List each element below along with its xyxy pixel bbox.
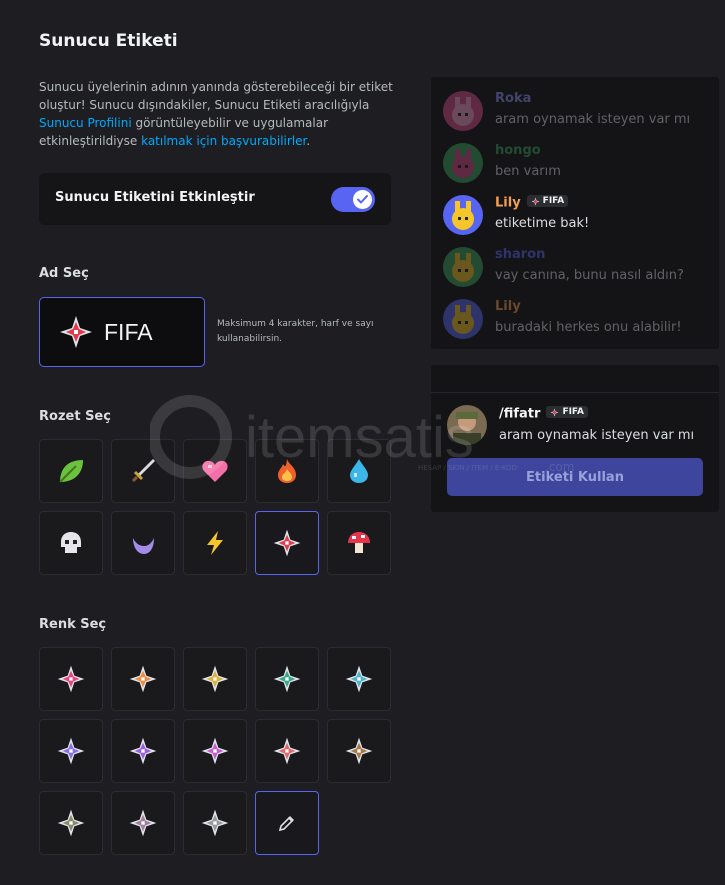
- eyedropper-icon: [278, 816, 294, 832]
- chat-username: Lily FIFA: [495, 195, 569, 211]
- diamond-star-icon: [201, 737, 229, 765]
- chat-preview: Roka aram oynamak isteyen var mı hongo ben …: [431, 77, 719, 349]
- badge-option-leaf[interactable]: [39, 439, 103, 503]
- color-option[interactable]: [255, 647, 319, 711]
- fire-icon: [278, 459, 296, 483]
- skull-icon: [61, 532, 81, 553]
- check-icon: [353, 190, 372, 209]
- server-profile-link[interactable]: Sunucu Profilini: [39, 116, 132, 130]
- badge-option-diamond-star[interactable]: [255, 511, 319, 575]
- diamond-star-icon: [57, 665, 85, 693]
- diamond-star-icon: [273, 665, 301, 693]
- chat-message-text: etiketime bak!: [495, 216, 590, 231]
- apply-to-join-link[interactable]: katılmak için başvurabilirler: [141, 134, 306, 148]
- water-drop-icon: [350, 459, 368, 483]
- chat-username: sharon: [495, 247, 546, 262]
- diamond-star-icon: [345, 665, 373, 693]
- diamond-star-icon: [531, 197, 540, 205]
- chat-username: Roka: [495, 91, 532, 106]
- chat-username: Lily: [495, 299, 521, 314]
- color-option[interactable]: [183, 791, 247, 855]
- color-option[interactable]: [111, 647, 175, 711]
- diamond-star-icon: [345, 737, 373, 765]
- color-option[interactable]: [327, 647, 391, 711]
- diamond-star-icon: [57, 809, 85, 837]
- diamond-star-icon: [273, 737, 301, 765]
- server-tag-pill: FIFA: [526, 195, 569, 207]
- diamond-star-icon: [129, 809, 157, 837]
- mushroom-icon: [348, 532, 370, 553]
- diamond-star-icon: [58, 314, 94, 350]
- server-tag-pill: FIFA: [546, 406, 589, 418]
- enable-tag-card: Sunucu Etiketini Etkinleştir: [39, 173, 391, 225]
- color-section-label: Renk Seç: [39, 617, 107, 632]
- color-option[interactable]: [39, 791, 103, 855]
- badge-option-water-drop[interactable]: [327, 439, 391, 503]
- pink-avatar: [443, 91, 483, 131]
- tag-name-value: FIFA: [104, 319, 153, 345]
- heart-icon: [202, 460, 228, 482]
- page-description: Sunucu üyelerinin adının yanında göstere…: [39, 80, 393, 148]
- chat-username: hongo: [495, 143, 541, 158]
- badge-option-skull[interactable]: [39, 511, 103, 575]
- use-tag-button[interactable]: Etiketi Kullan: [447, 458, 703, 496]
- page-title: Sunucu Etiketi: [39, 31, 178, 51]
- diamond-star-icon: [201, 665, 229, 693]
- lightning-icon: [207, 531, 223, 555]
- color-option[interactable]: [111, 719, 175, 783]
- badge-option-heart[interactable]: [183, 439, 247, 503]
- card-username: /fifatr FIFA: [499, 406, 589, 422]
- name-section-label: Ad Seç: [39, 266, 89, 281]
- chat-message-text: aram oynamak isteyen var mı: [495, 112, 691, 127]
- diamond-star-icon: [273, 529, 301, 557]
- tag-name-hint: Maksimum 4 karakter, harf ve sayı kullan…: [217, 319, 374, 344]
- color-option[interactable]: [111, 791, 175, 855]
- green-avatar: [443, 143, 483, 183]
- badge-option-fire[interactable]: [255, 439, 319, 503]
- sword-icon: [131, 459, 155, 483]
- badge-option-sword[interactable]: [111, 439, 175, 503]
- badge-option-mushroom[interactable]: [327, 511, 391, 575]
- custom-color-picker[interactable]: [255, 791, 319, 855]
- chat-message-text: ben varım: [495, 164, 561, 179]
- green-yellow-avatar: [443, 247, 483, 287]
- chat-message-text: buradaki herkes onu alabilir!: [495, 320, 682, 335]
- diamond-star-icon: [57, 737, 85, 765]
- enable-tag-toggle[interactable]: [331, 187, 375, 212]
- moon-icon: [133, 538, 154, 554]
- color-option[interactable]: [183, 647, 247, 711]
- tag-name-input[interactable]: FIFA: [39, 297, 205, 367]
- diamond-star-icon: [129, 665, 157, 693]
- leaf-icon: [59, 460, 83, 483]
- badge-section-label: Rozet Seç: [39, 409, 111, 424]
- diamond-star-icon: [129, 737, 157, 765]
- color-option[interactable]: [255, 719, 319, 783]
- card-divider: [431, 392, 719, 393]
- color-option[interactable]: [327, 719, 391, 783]
- badge-option-moon[interactable]: [111, 511, 175, 575]
- yellow-bunny-avatar: [443, 195, 483, 235]
- yellow-bunny-avatar: [443, 299, 483, 339]
- color-option[interactable]: [183, 719, 247, 783]
- badge-option-lightning[interactable]: [183, 511, 247, 575]
- card-message: aram oynamak isteyen var mı: [499, 428, 695, 443]
- tag-profile-card: /fifatr FIFA aram oynamak isteyen var mı …: [431, 365, 719, 512]
- diamond-star-icon: [550, 408, 559, 416]
- color-option[interactable]: [39, 719, 103, 783]
- chat-message-text: vay canına, bunu nasıl aldın?: [495, 268, 684, 283]
- enable-tag-label: Sunucu Etiketini Etkinleştir: [55, 190, 255, 205]
- color-option[interactable]: [39, 647, 103, 711]
- diamond-star-icon: [201, 809, 229, 837]
- user-avatar: [447, 405, 487, 445]
